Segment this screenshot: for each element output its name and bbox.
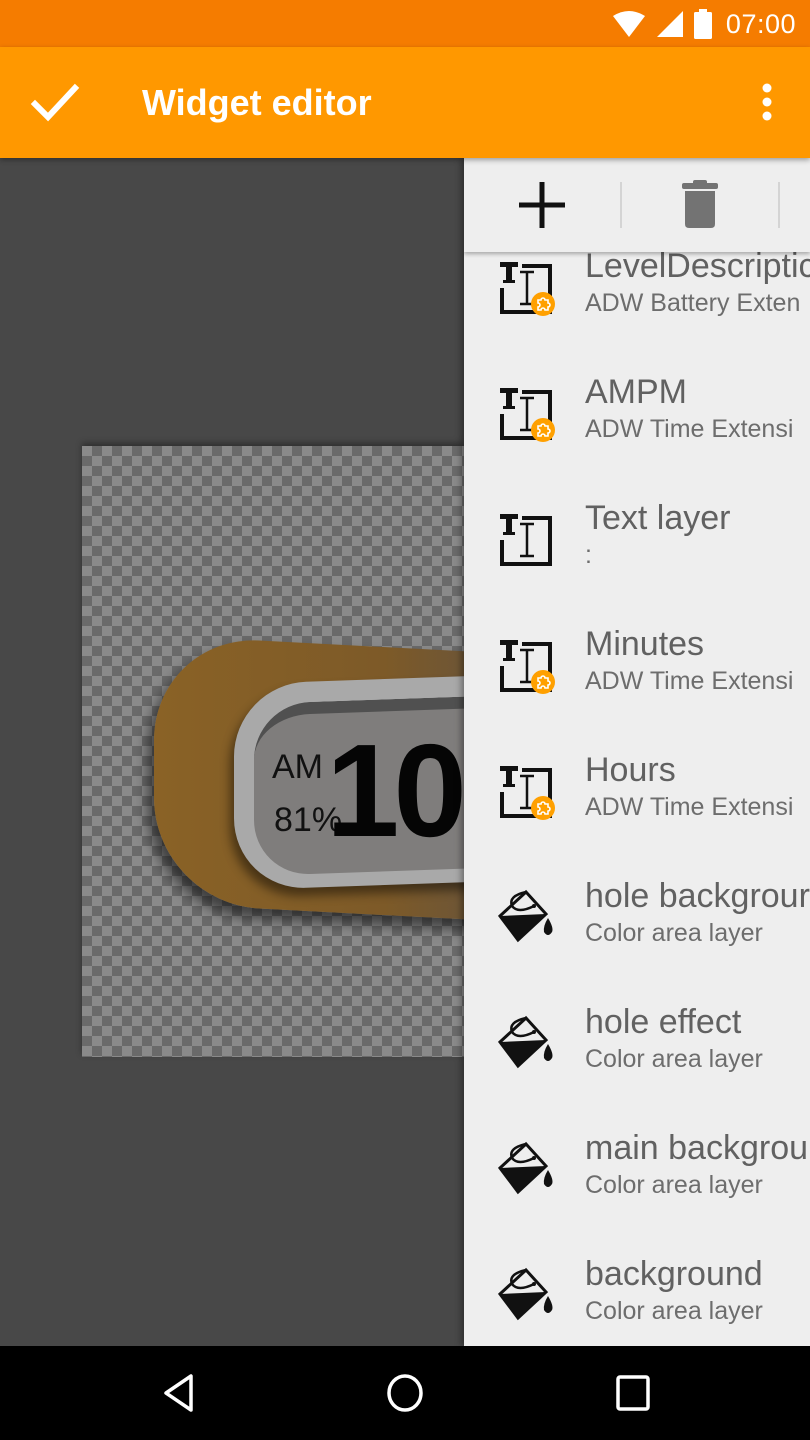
home-icon[interactable] xyxy=(380,1370,430,1416)
recents-icon[interactable] xyxy=(608,1370,658,1416)
widget-hours-text: 10 xyxy=(326,717,464,864)
paint-bucket-icon xyxy=(496,886,556,946)
status-time: 07:00 xyxy=(725,8,796,39)
layer-item[interactable]: Minutes ADW Time Extensi xyxy=(464,624,810,750)
layer-item[interactable]: Hours ADW Time Extensi xyxy=(464,750,810,876)
layers-toolbar xyxy=(464,158,810,252)
layer-subtitle: Color area layer xyxy=(585,919,763,947)
layer-name: LevelDescriptic xyxy=(585,247,810,285)
layer-subtitle: : xyxy=(585,541,592,569)
layer-name: Text layer xyxy=(585,499,731,537)
battery-icon xyxy=(693,9,712,39)
more-vert-icon[interactable] xyxy=(752,82,782,122)
delete-icon xyxy=(682,180,718,228)
paint-bucket-icon xyxy=(496,1012,556,1072)
layer-item[interactable]: hole backgrour Color area layer xyxy=(464,876,810,1002)
layer-item[interactable]: hole effect Color area layer xyxy=(464,1002,810,1128)
cellular-signal-icon xyxy=(656,11,683,37)
navigation-bar xyxy=(0,1346,810,1440)
layer-subtitle: Color area layer xyxy=(585,1171,763,1199)
layer-name: background xyxy=(585,1255,763,1293)
paint-bucket-icon xyxy=(496,1264,556,1324)
layer-item[interactable]: main backgrou Color area layer xyxy=(464,1128,810,1254)
back-icon[interactable] xyxy=(155,1370,205,1416)
text-layer-icon xyxy=(496,508,556,568)
layer-item[interactable]: Text layer: xyxy=(464,498,810,624)
wifi-icon xyxy=(612,11,645,37)
layer-subtitle: Color area layer xyxy=(585,1045,763,1073)
widget-preview[interactable]: AM 81% 10 xyxy=(82,446,464,1057)
text-extension-icon xyxy=(496,760,556,820)
add-icon xyxy=(519,182,565,228)
widget-ampm-text: AM xyxy=(272,748,323,786)
paint-bucket-icon xyxy=(496,1138,556,1198)
text-extension-icon xyxy=(496,256,556,316)
layer-name: main backgrou xyxy=(585,1129,809,1167)
layer-item[interactable]: LevelDescriptic ADW Battery Exten xyxy=(464,246,810,372)
toolbar-divider xyxy=(778,182,780,228)
layer-name: AMPM xyxy=(585,373,687,411)
text-extension-icon xyxy=(496,634,556,694)
layer-subtitle: ADW Time Extensi xyxy=(585,793,794,821)
toolbar-divider xyxy=(620,182,622,228)
add-layer-button[interactable] xyxy=(502,158,582,252)
status-bar: 07:00 xyxy=(0,0,810,47)
page-title: Widget editor xyxy=(142,82,372,123)
layer-subtitle: ADW Time Extensi xyxy=(585,415,794,443)
layer-name: Hours xyxy=(585,751,676,789)
layer-subtitle: ADW Time Extensi xyxy=(585,667,794,695)
text-extension-icon xyxy=(496,382,556,442)
check-icon[interactable] xyxy=(30,80,80,126)
layer-name: hole effect xyxy=(585,1003,742,1041)
layer-subtitle: ADW Battery Exten xyxy=(585,289,801,317)
delete-layer-button[interactable] xyxy=(660,158,740,252)
layer-name: hole backgrour xyxy=(585,877,810,915)
layer-name: Minutes xyxy=(585,625,705,663)
layer-item[interactable]: background Color area layer xyxy=(464,1254,810,1346)
layer-subtitle: Color area layer xyxy=(585,1297,763,1325)
layer-item[interactable]: AMPM ADW Time Extensi xyxy=(464,372,810,498)
app-bar: Widget editor xyxy=(0,47,810,158)
layers-panel: LevelDescriptic ADW Battery Exten AMPM ADW… xyxy=(464,158,810,1346)
status-icons: 07:00 xyxy=(612,6,796,42)
